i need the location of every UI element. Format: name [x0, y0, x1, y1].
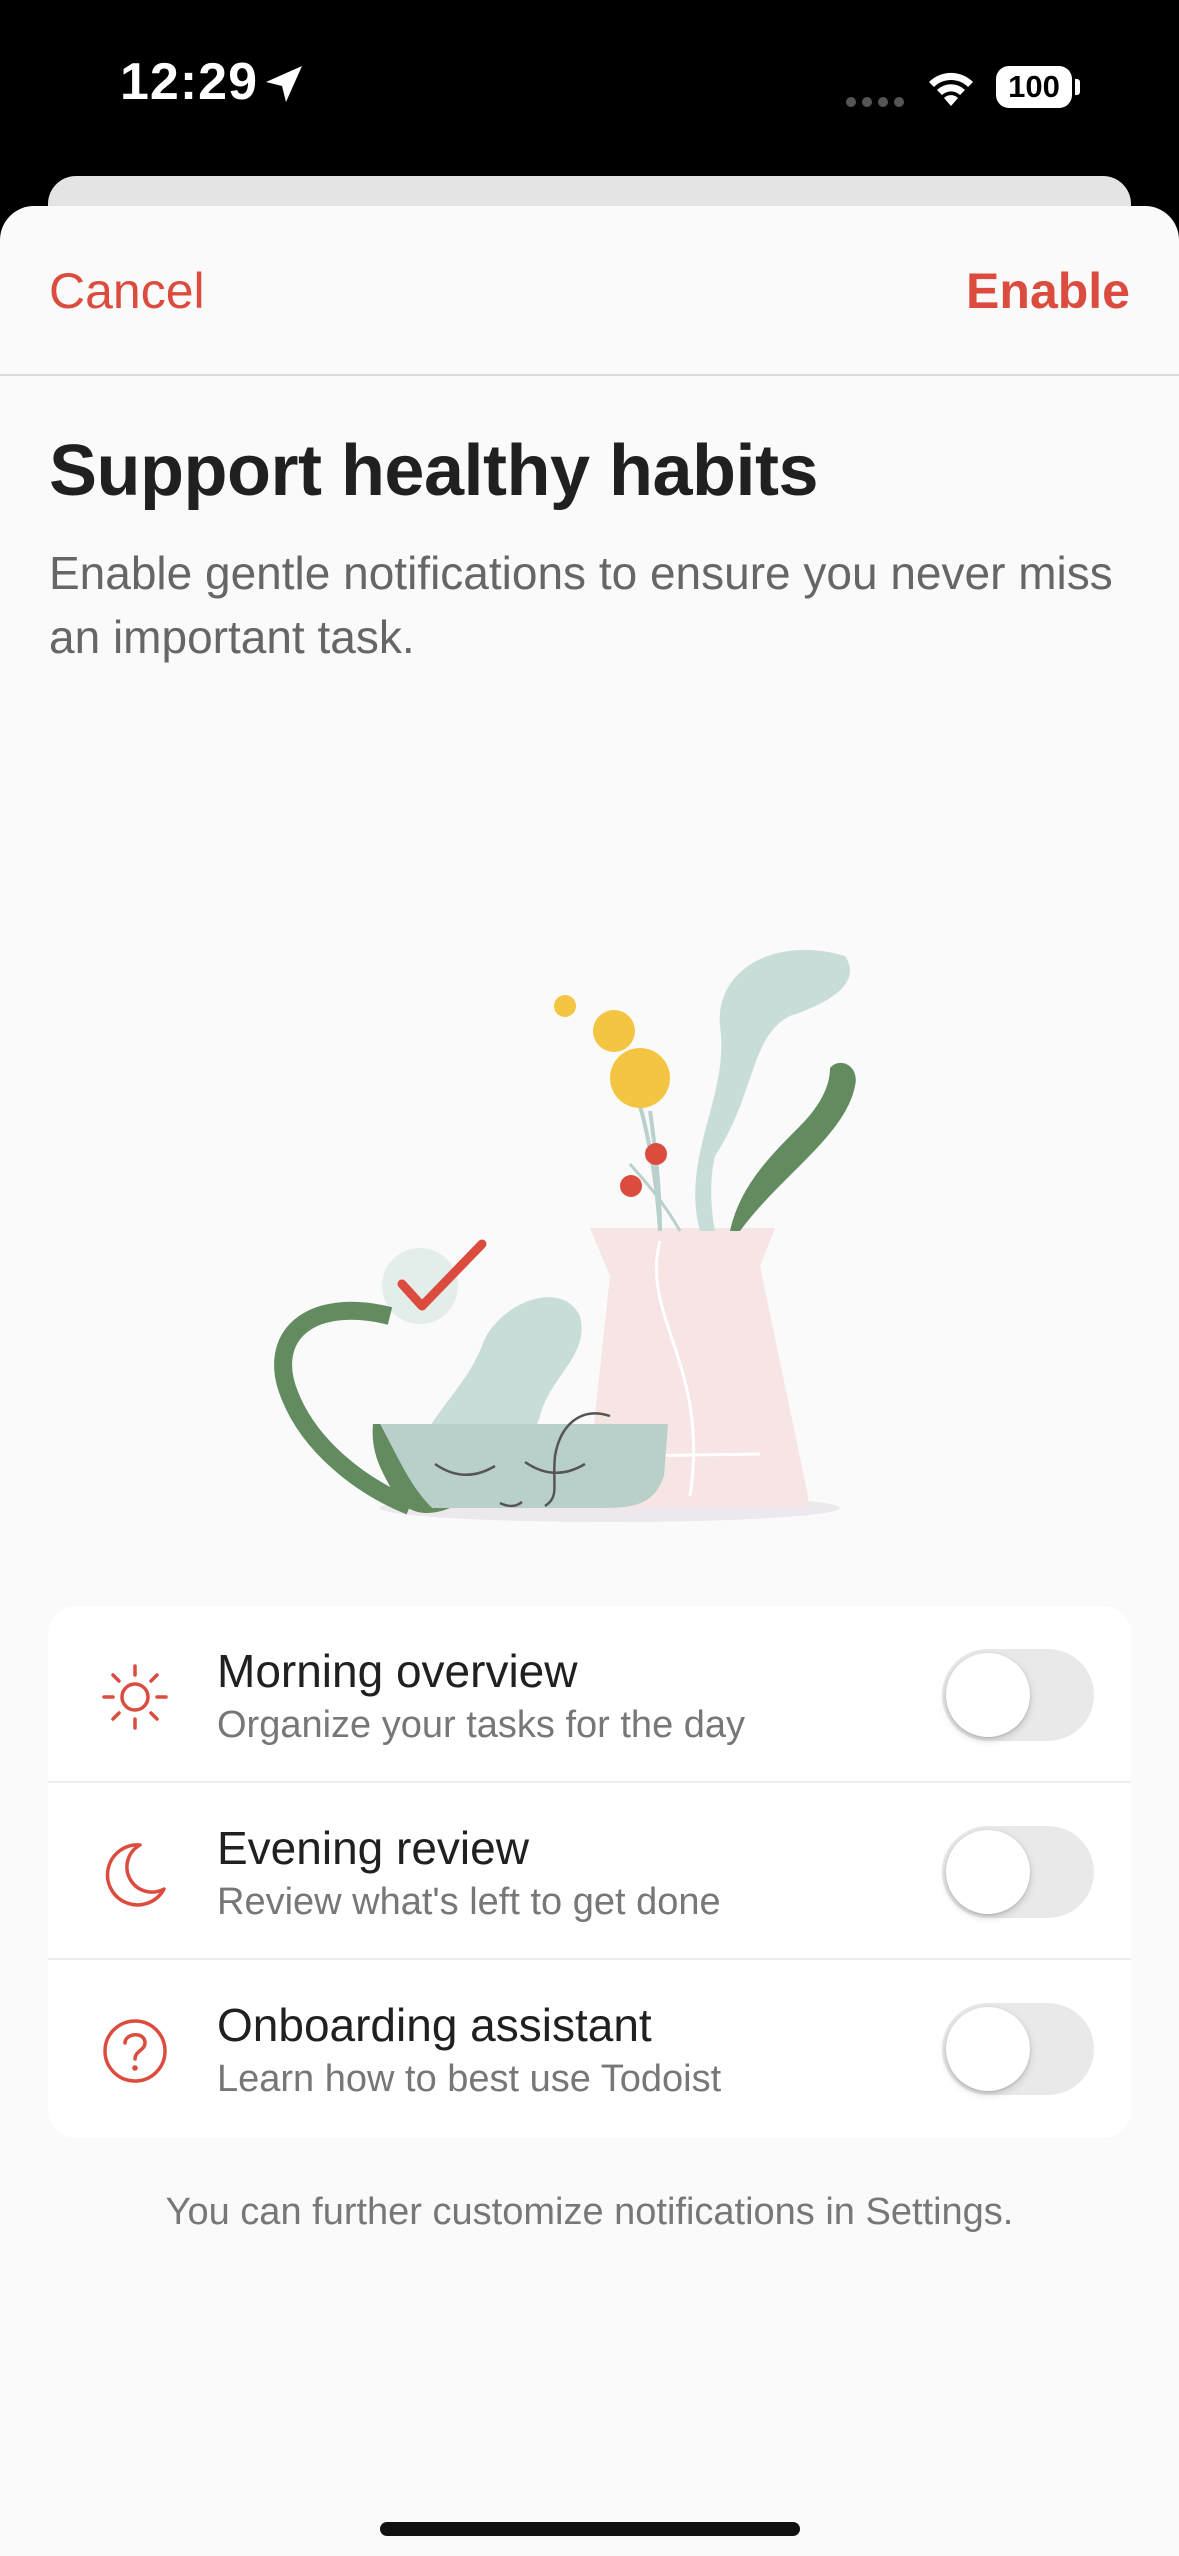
morning-overview-toggle[interactable]: [942, 1649, 1094, 1741]
option-description: Learn how to best use Todoist: [217, 2058, 722, 2100]
wifi-icon: [929, 72, 973, 106]
page-subtitle: Enable gentle notifications to ensure yo…: [49, 547, 1113, 663]
toggle-knob: [946, 2007, 1030, 2091]
moon-icon: [105, 1843, 166, 1907]
option-onboarding-assistant[interactable]: Onboarding assistant Learn how to best u…: [48, 1960, 1131, 2137]
option-title: Evening review: [217, 1822, 529, 1874]
location-arrow-icon: [266, 66, 302, 102]
nav-bar: Cancel Enable: [0, 206, 1179, 376]
cellular-signal-icon: [846, 97, 904, 107]
notification-sheet: Cancel Enable Support healthy habits Ena…: [0, 206, 1179, 2556]
battery-icon: 100: [996, 66, 1080, 108]
option-evening-review[interactable]: Evening review Review what's left to get…: [48, 1783, 1131, 1960]
toggle-knob: [946, 1653, 1030, 1737]
sun-icon: [102, 1664, 168, 1730]
status-bar: 12:29 100: [0, 0, 1179, 175]
status-time: 12:29: [120, 53, 258, 111]
option-title: Morning overview: [217, 1645, 578, 1697]
option-title: Onboarding assistant: [217, 1999, 652, 2051]
mug-and-vase-illustration: [274, 949, 856, 1522]
question-circle-icon: [103, 2019, 167, 2083]
toggle-knob: [946, 1830, 1030, 1914]
option-morning-overview[interactable]: Morning overview Organize your tasks for…: [48, 1606, 1131, 1783]
evening-review-toggle[interactable]: [942, 1826, 1094, 1918]
onboarding-assistant-toggle[interactable]: [942, 2003, 1094, 2095]
notification-options-card: Morning overview Organize your tasks for…: [48, 1606, 1131, 2138]
option-description: Review what's left to get done: [217, 1881, 721, 1923]
cancel-button[interactable]: Cancel: [49, 262, 205, 320]
page-title: Support healthy habits: [49, 431, 819, 511]
home-indicator[interactable]: [380, 2522, 800, 2536]
option-description: Organize your tasks for the day: [217, 1704, 746, 1746]
battery-level: 100: [1008, 69, 1060, 104]
enable-button[interactable]: Enable: [966, 262, 1130, 320]
settings-note: You can further customize notifications …: [165, 2191, 1014, 2233]
